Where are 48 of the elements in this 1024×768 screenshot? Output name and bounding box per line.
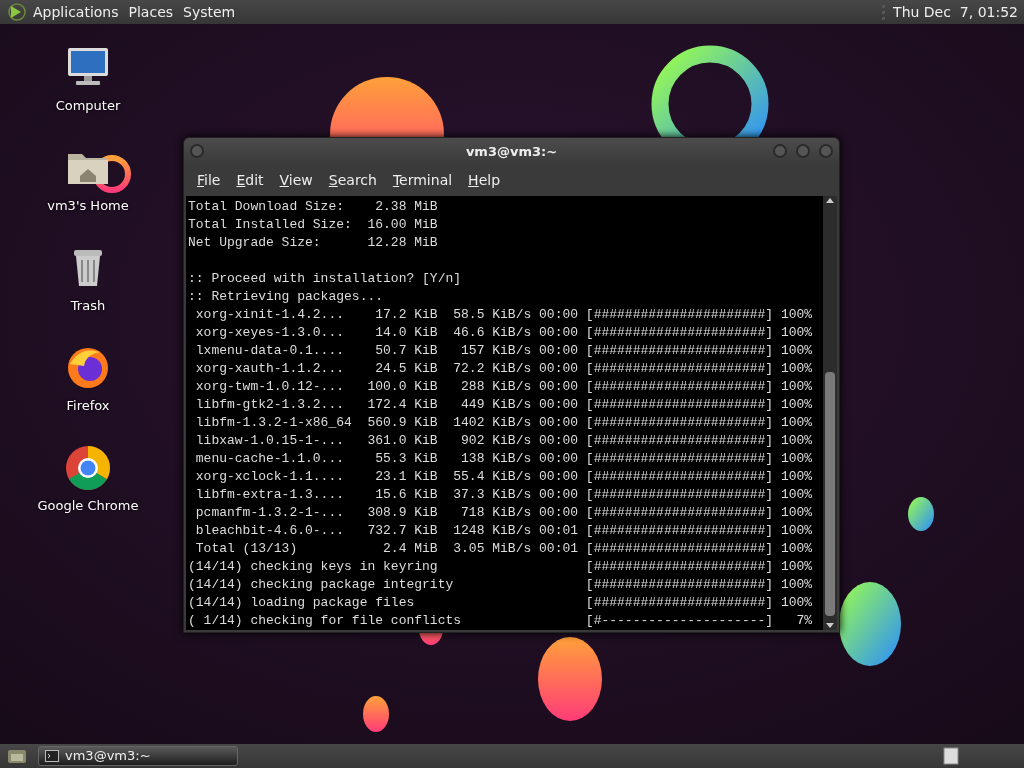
terminal-line: Total Installed Size: 16.00 MiB <box>188 216 439 234</box>
workspace-switcher[interactable] <box>942 746 962 766</box>
terminal-line: menu-cache-1.1.0... 55.3 KiB 138 KiB/s 00:00 [######################] 100% <box>194 450 814 468</box>
icon-label[interactable]: Google Chrome <box>37 496 139 516</box>
terminal-line: xorg-xeyes-1.3.0... 14.0 KiB 46.6 KiB/s 00:00 [######################] 100% <box>194 324 814 342</box>
clock[interactable]: Thu Dec 7, 01:52 <box>887 1 1024 23</box>
icon-label[interactable]: Firefox <box>66 396 110 416</box>
terminal-line: Total Download Size: 2.38 MiB <box>188 198 439 216</box>
menu-button[interactable]: Applications <box>28 1 124 23</box>
terminal-line: (14/14) checking keys in keyring [######################] 100% <box>188 558 814 576</box>
menu-item[interactable]: File <box>190 168 228 193</box>
terminal-line: bleachbit-4.6.0-... 732.7 KiB 1248 KiB/s 00:01 [######################] 100% <box>194 522 814 540</box>
scroll-thumb[interactable] <box>825 372 835 616</box>
menu-button[interactable]: Places <box>123 1 179 23</box>
menu-item[interactable]: Edit <box>229 168 271 193</box>
icon-label[interactable]: vm3's Home <box>47 196 129 216</box>
icon-label[interactable]: Computer <box>55 96 121 116</box>
terminal-line: :: Retrieving packages... <box>188 288 385 306</box>
terminal-line: xorg-twm-1.0.12-... 100.0 KiB 288 KiB/s 00:00 [######################] 100% <box>194 378 814 396</box>
terminal-line: xorg-xinit-1.4.2... 17.2 KiB 58.5 KiB/s 00:00 [######################] 100% <box>194 306 814 324</box>
terminal-line: (14/14) loading package files [######################] 100% <box>188 594 814 612</box>
menu-item[interactable]: Terminal <box>385 168 460 193</box>
menu-item[interactable]: Help <box>461 168 508 193</box>
terminal-line: libfm-gtk2-1.3.2... 172.4 KiB 449 KiB/s 00:00 [######################] 100% <box>194 396 814 414</box>
terminal-line: lxmenu-data-0.1.... 50.7 KiB 157 KiB/s 00:00 [######################] 100% <box>194 342 814 360</box>
terminal-line: xorg-xclock-1.1.... 23.1 KiB 55.4 KiB/s 00:00 [######################] 100% <box>194 468 814 486</box>
terminal-line: Net Upgrade Size: 12.28 MiB <box>188 234 439 252</box>
terminal-line: pcmanfm-1.3.2-1-... 308.9 KiB 718 KiB/s 00:00 [######################] 100% <box>194 504 814 522</box>
terminal-line: Total (13/13) 2.4 MiB 3.05 MiB/s 00:01 [######################] 100% <box>194 540 814 558</box>
terminal-icon <box>45 750 59 762</box>
terminal-line: ( 1/14) checking for file conflicts [#---------------------] 7% <box>188 612 814 630</box>
terminal-line: xorg-xauth-1.1.2... 24.5 KiB 72.2 KiB/s 00:00 [######################] 100% <box>194 360 814 378</box>
menu-item[interactable]: View <box>272 168 320 193</box>
scroll-up-icon[interactable] <box>825 196 835 206</box>
window-title: vm3@vm3:~ <box>465 142 558 161</box>
terminal-line: libxaw-1.0.15-1-... 361.0 KiB 902 KiB/s 00:00 [######################] 100% <box>194 432 814 450</box>
icon-label[interactable]: Trash <box>70 296 106 316</box>
drag-handle-icon[interactable] <box>881 3 888 21</box>
terminal-line: (14/14) checking package integrity [######################] 100% <box>188 576 814 594</box>
scroll-down-icon[interactable] <box>825 620 835 630</box>
terminal-line: libfm-1.3.2-1-x86_64 560.9 KiB 1402 KiB/s 00:00 [######################] 100% <box>194 414 814 432</box>
menu-item[interactable]: Search <box>321 168 384 193</box>
task-button[interactable]: vm3@vm3:~ <box>38 746 238 766</box>
terminal-line: libfm-extra-1.3.... 15.6 KiB 37.3 KiB/s 00:00 [######################] 100% <box>194 486 814 504</box>
terminal-line: :: Proceed with installation? [Y/n] <box>188 270 463 288</box>
tricolor-circle-icon[interactable] <box>64 444 112 492</box>
menu-button[interactable]: System <box>178 1 241 23</box>
scrollbar[interactable] <box>823 196 837 630</box>
